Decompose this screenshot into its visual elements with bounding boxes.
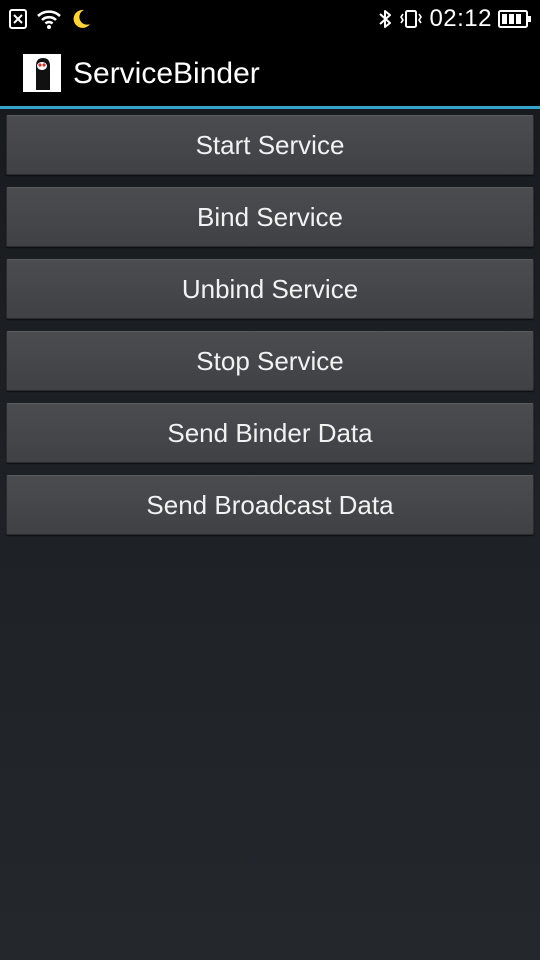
send-binder-data-button[interactable]: Send Binder Data xyxy=(6,403,534,463)
app-icon[interactable] xyxy=(23,54,61,92)
send-broadcast-data-button[interactable]: Send Broadcast Data xyxy=(6,475,534,535)
status-bar: 02:12 xyxy=(0,0,540,38)
button-list: Start Service Bind Service Unbind Servic… xyxy=(6,115,534,547)
night-mode-icon xyxy=(70,8,92,30)
unbind-service-button[interactable]: Unbind Service xyxy=(6,259,534,319)
status-left-icons xyxy=(8,6,92,32)
status-right-icons: 02:12 xyxy=(377,5,532,32)
wifi-icon xyxy=(36,8,62,30)
action-bar-divider xyxy=(0,106,540,109)
app-title: ServiceBinder xyxy=(73,57,260,90)
sim-off-icon xyxy=(8,8,28,30)
status-time: 02:12 xyxy=(429,5,492,32)
stop-service-button[interactable]: Stop Service xyxy=(6,331,534,391)
bluetooth-icon xyxy=(377,8,393,30)
vibrate-icon xyxy=(399,8,423,30)
screen: 02:12 ServiceBinder Start Service Bind S… xyxy=(0,0,540,960)
battery-icon xyxy=(498,9,532,29)
action-bar: ServiceBinder xyxy=(0,38,540,106)
start-service-button[interactable]: Start Service xyxy=(6,115,534,175)
bind-service-button[interactable]: Bind Service xyxy=(6,187,534,247)
